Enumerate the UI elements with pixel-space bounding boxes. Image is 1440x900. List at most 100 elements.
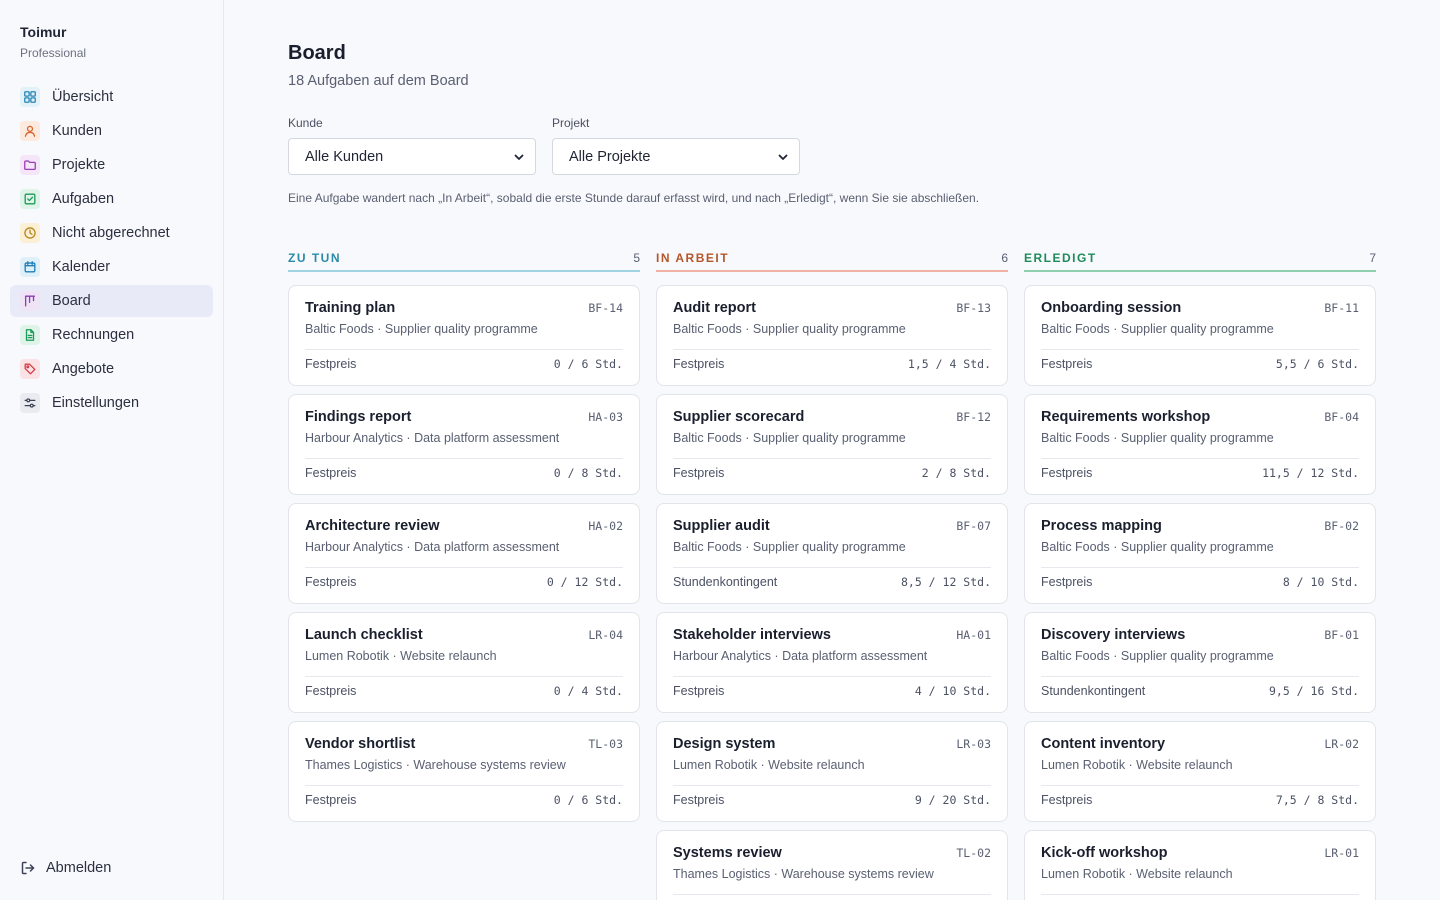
document-icon <box>20 325 40 345</box>
task-title: Onboarding session <box>1041 300 1182 316</box>
task-billing-type: Festpreis <box>673 793 725 807</box>
task-title: Process mapping <box>1041 518 1162 534</box>
board-column: IN ARBEIT 6 Audit report BF-13 Baltic Foods … <box>656 246 1008 900</box>
client-select-value: Alle Kunden <box>305 148 384 165</box>
client-select[interactable]: Alle Kunden <box>288 138 536 175</box>
user-icon <box>20 121 40 141</box>
task-title: Supplier audit <box>673 518 770 534</box>
task-billing-type: Festpreis <box>1041 466 1093 480</box>
grid-icon <box>20 87 40 107</box>
task-card[interactable]: Stakeholder interviews HA-01 Harbour Analy… <box>656 612 1008 713</box>
sidebar-item-label: Rechnungen <box>52 327 135 343</box>
column-title: ERLEDIGT <box>1024 251 1097 265</box>
card-divider <box>305 458 623 459</box>
sliders-icon <box>20 393 40 413</box>
task-client-project: Harbour Analytics · Data platform assess… <box>305 540 560 554</box>
sidebar-item-rechnungen[interactable]: Rechnungen <box>10 319 213 351</box>
sidebar-item-label: Aufgaben <box>52 191 115 207</box>
task-hours: 0 / 12 Std. <box>546 575 623 589</box>
sidebar-item-board[interactable]: Board <box>10 285 213 317</box>
task-client-project: Lumen Robotik · Website relaunch <box>1041 867 1233 881</box>
card-divider <box>305 567 623 568</box>
sidebar: Toimur Professional Übersicht Kunden Proje… <box>0 0 224 900</box>
task-card[interactable]: Onboarding session BF-11 Baltic Foods · Su… <box>1024 285 1376 386</box>
card-divider <box>305 785 623 786</box>
task-hours: 5,5 / 6 Std. <box>1275 357 1359 371</box>
sidebar-item-aufgaben[interactable]: Aufgaben <box>10 183 213 215</box>
task-hours: 0 / 6 Std. <box>553 793 623 807</box>
task-hours: 0 / 8 Std. <box>553 466 623 480</box>
task-card[interactable]: Process mapping BF-02 Baltic Foods · Suppl… <box>1024 503 1376 604</box>
task-card[interactable]: Audit report BF-13 Baltic Foods · Supplier… <box>656 285 1008 386</box>
checkbox-icon <box>20 189 40 209</box>
task-card[interactable]: Design system LR-03 Lumen Robotik · Websit… <box>656 721 1008 822</box>
task-card[interactable]: Systems review TL-02 Thames Logistics · Wa… <box>656 830 1008 900</box>
task-billing-type: Stundenkontingent <box>673 575 778 589</box>
task-title: Findings report <box>305 409 412 425</box>
task-billing-type: Festpreis <box>305 575 357 589</box>
task-client-project: Baltic Foods · Supplier quality programm… <box>1041 540 1274 554</box>
task-title: Audit report <box>673 300 756 316</box>
project-select[interactable]: Alle Projekte <box>552 138 800 175</box>
task-card[interactable]: Vendor shortlist TL-03 Thames Logistics · … <box>288 721 640 822</box>
sidebar-item-label: Angebote <box>52 361 115 377</box>
task-title: Design system <box>673 736 776 752</box>
task-code: TL-02 <box>956 846 991 860</box>
task-card[interactable]: Requirements workshop BF-04 Baltic Foods ·… <box>1024 394 1376 495</box>
task-client-project: Baltic Foods · Supplier quality programm… <box>1041 322 1274 336</box>
task-code: TL-03 <box>588 737 623 751</box>
task-billing-type: Festpreis <box>305 684 357 698</box>
kanban-icon <box>20 291 40 311</box>
task-hours: 1,5 / 4 Std. <box>907 357 991 371</box>
task-billing-type: Festpreis <box>305 357 357 371</box>
card-divider <box>673 785 991 786</box>
card-divider <box>673 567 991 568</box>
task-client-project: Thames Logistics · Warehouse systems rev… <box>305 758 566 772</box>
task-billing-type: Festpreis <box>1041 793 1093 807</box>
task-title: Requirements workshop <box>1041 409 1211 425</box>
card-divider <box>305 349 623 350</box>
task-hours: 11,5 / 12 Std. <box>1262 466 1359 480</box>
task-client-project: Lumen Robotik · Website relaunch <box>1041 758 1233 772</box>
task-card[interactable]: Content inventory LR-02 Lumen Robotik · We… <box>1024 721 1376 822</box>
column-count: 6 <box>1001 251 1008 265</box>
column-header: ZU TUN 5 <box>288 246 640 272</box>
column-count: 5 <box>633 251 640 265</box>
task-title: Vendor shortlist <box>305 736 416 752</box>
card-divider <box>1041 894 1359 895</box>
sidebar-item-uebersicht[interactable]: Übersicht <box>10 81 213 113</box>
sidebar-item-einstellungen[interactable]: Einstellungen <box>10 387 213 419</box>
brand-plan: Professional <box>20 46 87 60</box>
task-card[interactable]: Architecture review HA-02 Harbour Analytic… <box>288 503 640 604</box>
task-client-project: Harbour Analytics · Data platform assess… <box>305 431 560 445</box>
card-divider <box>1041 785 1359 786</box>
task-card[interactable]: Launch checklist LR-04 Lumen Robotik · Web… <box>288 612 640 713</box>
task-code: LR-03 <box>956 737 991 751</box>
task-card[interactable]: Supplier audit BF-07 Baltic Foods · Suppli… <box>656 503 1008 604</box>
sidebar-item-kalender[interactable]: Kalender <box>10 251 213 283</box>
task-hours: 8,5 / 12 Std. <box>900 575 991 589</box>
logout-button[interactable]: Abmelden <box>20 860 111 876</box>
task-title: Kick-off workshop <box>1041 845 1168 861</box>
sidebar-item-angebote[interactable]: Angebote <box>10 353 213 385</box>
logout-icon <box>21 861 35 875</box>
sidebar-item-label: Kalender <box>52 259 111 275</box>
task-title: Supplier scorecard <box>673 409 805 425</box>
task-card[interactable]: Discovery interviews BF-01 Baltic Foods · … <box>1024 612 1376 713</box>
task-billing-type: Festpreis <box>673 684 725 698</box>
folder-icon <box>20 155 40 175</box>
chevron-down-icon <box>778 154 788 160</box>
task-card[interactable]: Training plan BF-14 Baltic Foods · Supplie… <box>288 285 640 386</box>
task-card[interactable]: Findings report HA-03 Harbour Analytics · … <box>288 394 640 495</box>
sidebar-item-projekte[interactable]: Projekte <box>10 149 213 181</box>
client-filter-label: Kunde <box>288 116 323 130</box>
calendar-icon <box>20 257 40 277</box>
sidebar-item-kunden[interactable]: Kunden <box>10 115 213 147</box>
task-hours: 9,5 / 16 Std. <box>1268 684 1359 698</box>
task-hours: 7,5 / 8 Std. <box>1275 793 1359 807</box>
task-card[interactable]: Supplier scorecard BF-12 Baltic Foods · Su… <box>656 394 1008 495</box>
client-filter: Kunde Alle Kunden <box>288 116 536 175</box>
task-card[interactable]: Kick-off workshop LR-01 Lumen Robotik · We… <box>1024 830 1376 900</box>
sidebar-item-nicht-abgerechnet[interactable]: Nicht abgerechnet <box>10 217 213 249</box>
card-divider <box>1041 676 1359 677</box>
